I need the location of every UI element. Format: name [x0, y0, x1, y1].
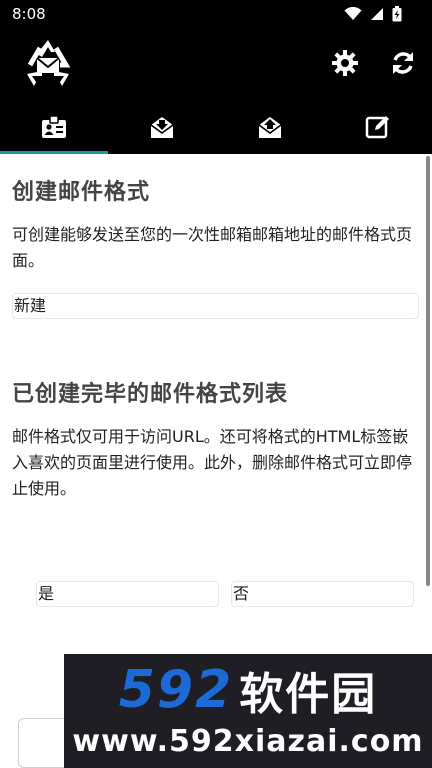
tab-compose[interactable]	[324, 100, 432, 154]
tab-templates[interactable]	[0, 100, 108, 154]
tab-bar	[0, 100, 432, 154]
tab-inbox[interactable]	[108, 100, 216, 154]
status-time: 8:08	[12, 5, 46, 23]
no-button[interactable]: 否	[231, 581, 414, 607]
create-template-description: 可创建能够发送至您的一次性邮箱邮箱地址的邮件格式页面。	[12, 225, 413, 270]
tab-send[interactable]	[216, 100, 324, 154]
system-icons	[344, 6, 402, 22]
watermark-name: 软件园	[239, 669, 378, 720]
status-bar: 8:08	[0, 0, 432, 30]
watermark-number: 592	[118, 660, 234, 720]
mail-download-icon	[150, 117, 174, 138]
battery-charging-icon	[392, 6, 402, 22]
create-template-title: 创建邮件格式	[12, 180, 151, 205]
mail-upload-icon	[258, 117, 282, 138]
yes-button[interactable]: 是	[36, 581, 219, 607]
watermark-url: www.592xiazai.com	[72, 724, 424, 759]
watermark-banner: 592 软件园 www.592xiazai.com	[64, 654, 432, 768]
watermark-brand: 592 软件园	[64, 660, 432, 720]
template-list-description: 邮件格式仅可用于访问URL。还可将格式的HTML标签嵌入喜欢的页面里进行使用。此…	[12, 427, 413, 498]
settings-button[interactable]	[330, 48, 360, 78]
scrollbar[interactable]	[426, 156, 430, 586]
refresh-icon	[393, 52, 413, 74]
app-bar	[0, 30, 432, 100]
edit-icon	[365, 116, 389, 139]
gear-icon	[332, 50, 358, 76]
cellular-signal-icon	[370, 7, 384, 21]
wifi-icon	[344, 7, 362, 21]
new-template-field[interactable]: 新建	[12, 293, 419, 319]
template-list-title: 已创建完毕的邮件格式列表	[12, 382, 289, 407]
recycle-mail-logo	[22, 38, 74, 88]
contact-card-icon	[42, 115, 66, 138]
refresh-button[interactable]	[388, 48, 418, 78]
